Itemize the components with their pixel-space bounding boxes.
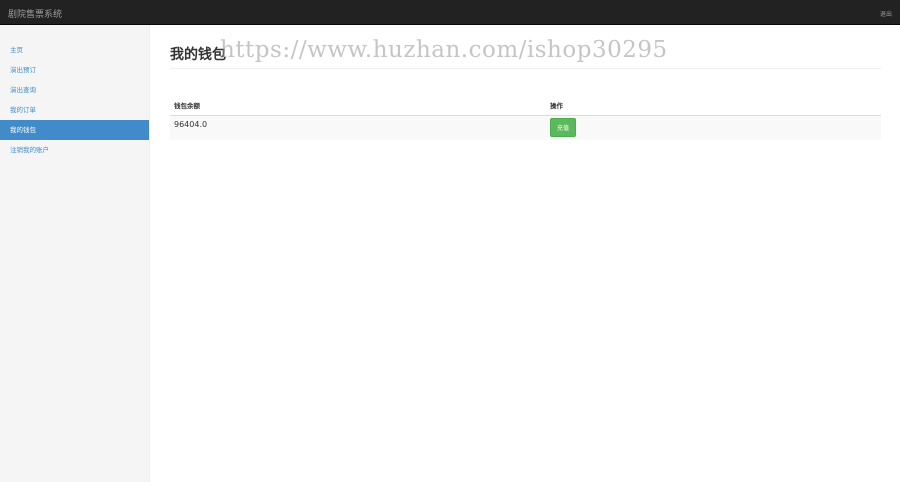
- app-brand[interactable]: 剧院售票系统: [8, 7, 62, 20]
- watermark-text: https://www.huzhan.com/ishop30295: [220, 37, 668, 63]
- table-header-row: 钱包余额 操作: [170, 95, 881, 116]
- sidebar-item-show-booking[interactable]: 演出预订: [0, 60, 149, 80]
- wallet-balance-value: 96404.0: [170, 114, 546, 140]
- column-header-action: 操作: [546, 95, 881, 116]
- wallet-table: 钱包余额 操作 96404.0 充值: [170, 95, 881, 140]
- column-header-balance: 钱包余额: [170, 95, 546, 116]
- table-row: 96404.0 充值: [170, 114, 881, 140]
- sidebar-item-show-search[interactable]: 演出查询: [0, 80, 149, 100]
- logout-link[interactable]: 退出: [880, 9, 892, 18]
- main-content: 我的钱包 https://www.huzhan.com/ishop30295 钱…: [150, 25, 900, 482]
- sidebar: 主页 演出预订 演出查询 我的订单 我的钱包 注销我的账户: [0, 25, 150, 482]
- sidebar-item-my-wallet[interactable]: 我的钱包: [0, 120, 149, 140]
- sidebar-item-delete-account[interactable]: 注销我的账户: [0, 140, 149, 160]
- top-navbar: 剧院售票系统 退出: [0, 0, 900, 25]
- action-cell: 充值: [546, 114, 881, 140]
- sidebar-item-home[interactable]: 主页: [0, 40, 149, 60]
- recharge-button[interactable]: 充值: [550, 118, 577, 138]
- sidebar-item-my-orders[interactable]: 我的订单: [0, 100, 149, 120]
